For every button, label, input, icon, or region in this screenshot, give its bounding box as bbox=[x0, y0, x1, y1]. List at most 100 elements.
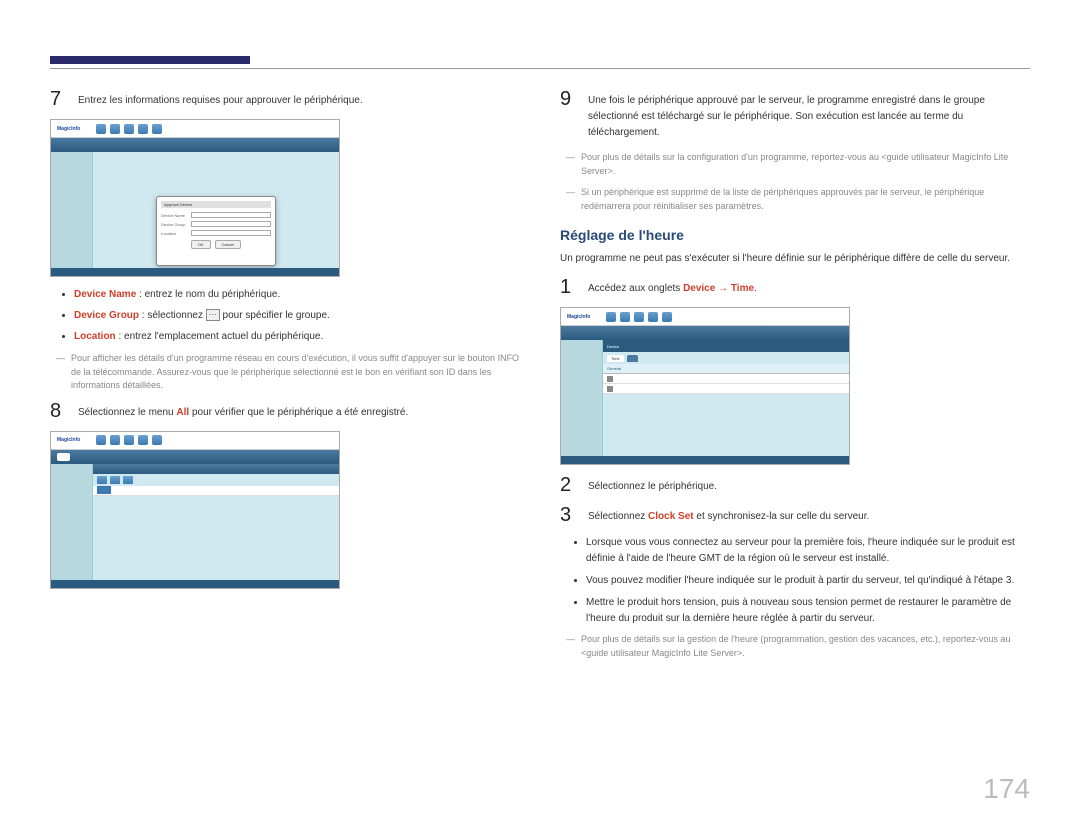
field-label: Device Group bbox=[161, 222, 191, 227]
sc-top-icons bbox=[606, 312, 672, 322]
field-input bbox=[191, 221, 271, 227]
approve-dialog: Approve Device Device Name Device Group … bbox=[156, 196, 276, 266]
bullet-device-group: Device Group : sélectionnez pour spécifi… bbox=[74, 308, 520, 323]
step-2: 2 Sélectionnez le périphérique. bbox=[560, 475, 1030, 495]
step-number: 1 bbox=[560, 277, 576, 297]
pre: Accédez aux onglets bbox=[588, 283, 683, 294]
ok-button: OK bbox=[191, 240, 211, 249]
step-number: 3 bbox=[560, 505, 576, 525]
field-input bbox=[191, 230, 271, 236]
mini-button bbox=[123, 476, 133, 484]
step-8-text: Sélectionnez le menu All pour vérifier q… bbox=[78, 401, 520, 421]
text-pre: : sélectionnez bbox=[139, 310, 206, 321]
sc-footer bbox=[51, 268, 339, 276]
dash-icon: ― bbox=[566, 633, 575, 660]
sc-sidebar bbox=[561, 340, 603, 456]
list-subbar bbox=[93, 474, 339, 486]
dialog-field-location: Location bbox=[161, 230, 271, 236]
label-device-group: Device Group bbox=[74, 310, 139, 321]
screenshot-approve-dialog: MagicInfo Approve Device Device Name bbox=[50, 119, 340, 277]
sc-titlebar: MagicInfo bbox=[51, 432, 339, 450]
breadcrumb-device: Device bbox=[607, 344, 619, 349]
sc-nav-icon bbox=[124, 435, 134, 445]
sc-toolbar bbox=[51, 450, 339, 464]
sc-nav-icon bbox=[648, 312, 658, 322]
sc-main-area: Device Time General bbox=[603, 340, 849, 456]
sc-nav-icon bbox=[152, 124, 162, 134]
list-header-bar bbox=[93, 464, 339, 474]
list-row bbox=[93, 486, 339, 496]
sc-nav-icon bbox=[606, 312, 616, 322]
note-info-button: ― Pour afficher les détails d'un program… bbox=[50, 352, 520, 393]
sc-nav-icon bbox=[96, 124, 106, 134]
row-thumbnail bbox=[97, 486, 111, 494]
sub-subtabs: General bbox=[603, 364, 849, 374]
dash-icon: ― bbox=[566, 186, 575, 213]
bullet-power-cycle: Mettre le produit hors tension, puis à n… bbox=[586, 595, 1030, 627]
page-number: 174 bbox=[983, 773, 1030, 805]
step-1-text: Accédez aux onglets Device → Time. bbox=[588, 277, 1030, 297]
time-tab-label: Time bbox=[731, 283, 754, 294]
sc-titlebar: MagicInfo bbox=[561, 308, 849, 326]
dash-icon: ― bbox=[56, 352, 65, 393]
checkbox-icon bbox=[607, 386, 613, 392]
step-number: 9 bbox=[560, 89, 576, 109]
dialog-field-device-name: Device Name bbox=[161, 212, 271, 218]
section-time-setting: Réglage de l'heure bbox=[560, 227, 1030, 243]
note-schedule-config: ― Pour plus de détails sur la configurat… bbox=[560, 151, 1030, 178]
step-7: 7 Entrez les informations requises pour … bbox=[50, 89, 520, 109]
screenshot-all-menu: MagicInfo bbox=[50, 431, 340, 589]
bullet-location: Location : entrez l'emplacement actuel d… bbox=[74, 329, 520, 344]
step-number: 7 bbox=[50, 89, 66, 109]
sc-main-area: Approve Device Device Name Device Group … bbox=[93, 152, 339, 268]
sc-nav-icon bbox=[124, 124, 134, 134]
sc-footer bbox=[561, 456, 849, 464]
left-column: 7 Entrez les informations requises pour … bbox=[50, 89, 520, 668]
mini-button bbox=[110, 476, 120, 484]
note-text: Pour afficher les détails d'un programme… bbox=[71, 352, 520, 393]
sc-nav-icon bbox=[620, 312, 630, 322]
sc-toolbar bbox=[51, 138, 339, 152]
label-device-name: Device Name bbox=[74, 289, 136, 300]
note-text: Pour plus de détails sur la configuratio… bbox=[581, 151, 1030, 178]
label-location: Location bbox=[74, 331, 116, 342]
pre: Sélectionnez bbox=[588, 511, 648, 522]
bullet-first-connect: Lorsque vous vous connectez au serveur p… bbox=[586, 535, 1030, 567]
note-text: Pour plus de détails sur la gestion de l… bbox=[581, 633, 1030, 660]
text: : entrez le nom du périphérique. bbox=[136, 289, 280, 300]
sc-logo: MagicInfo bbox=[57, 126, 80, 132]
step-number: 8 bbox=[50, 401, 66, 421]
field-label: Device Name bbox=[161, 213, 191, 218]
sc-nav-icon bbox=[662, 312, 672, 322]
step-7-text: Entrez les informations requises pour ap… bbox=[78, 89, 520, 109]
toolbar-btn bbox=[57, 453, 70, 461]
note-time-management: ― Pour plus de détails sur la gestion de… bbox=[560, 633, 1030, 660]
time-notes-bullets: Lorsque vous vous connectez au serveur p… bbox=[560, 535, 1030, 627]
row-text bbox=[616, 376, 617, 381]
step-3-text: Sélectionnez Clock Set et synchronisez-l… bbox=[588, 505, 1030, 525]
device-fields-bullets: Device Name : entrez le nom du périphéri… bbox=[50, 287, 520, 344]
cancel-button: Cancel bbox=[215, 240, 241, 249]
pre: Sélectionnez le menu bbox=[78, 407, 176, 418]
sc-nav-icon bbox=[152, 435, 162, 445]
note-text: Si un périphérique est supprimé de la li… bbox=[581, 186, 1030, 213]
post: et synchronisez-la sur celle du serveur. bbox=[694, 511, 870, 522]
list-row bbox=[603, 374, 849, 384]
sc-top-icons bbox=[96, 435, 162, 445]
screenshot-device-time: MagicInfo Device Time bbox=[560, 307, 850, 465]
text: : entrez l'emplacement actuel du périphé… bbox=[116, 331, 324, 342]
dialog-buttons: OK Cancel bbox=[161, 240, 271, 249]
sc-logo: MagicInfo bbox=[57, 437, 80, 443]
field-label: Location bbox=[161, 231, 191, 236]
sc-footer bbox=[51, 580, 339, 588]
dash-icon: ― bbox=[566, 151, 575, 178]
text-post: pour spécifier le groupe. bbox=[220, 310, 330, 321]
post: pour vérifier que le périphérique a été … bbox=[189, 407, 408, 418]
post: . bbox=[754, 283, 757, 294]
list-row bbox=[603, 384, 849, 394]
tab-other bbox=[627, 355, 638, 362]
step-9: 9 Une fois le périphérique approuvé par … bbox=[560, 89, 1030, 141]
sc-logo: MagicInfo bbox=[567, 314, 590, 320]
dialog-field-device-group: Device Group bbox=[161, 221, 271, 227]
checkbox-icon bbox=[607, 376, 613, 382]
